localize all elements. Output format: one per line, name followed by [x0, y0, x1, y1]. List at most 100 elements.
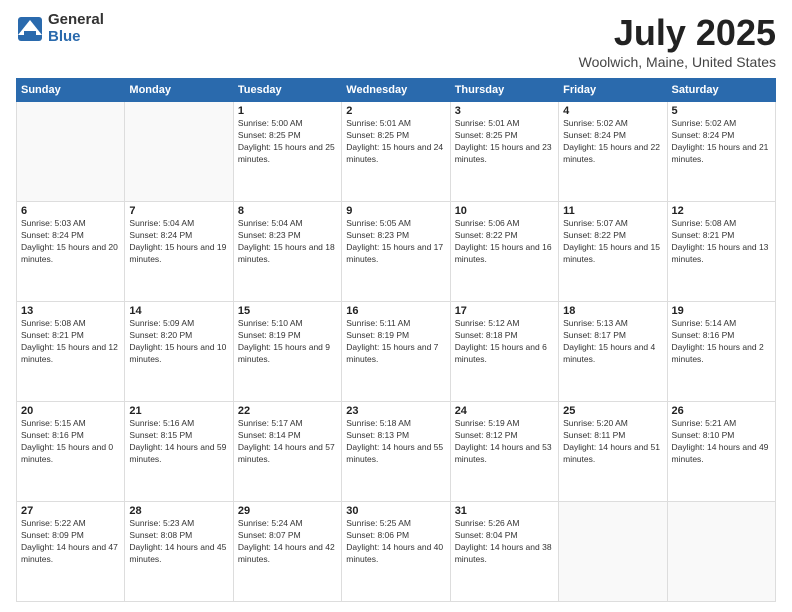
day-cell: 12Sunrise: 5:08 AM Sunset: 8:21 PM Dayli… [667, 202, 775, 302]
day-info: Sunrise: 5:24 AM Sunset: 8:07 PM Dayligh… [238, 518, 337, 566]
day-number: 6 [21, 205, 120, 217]
day-number: 24 [455, 405, 554, 417]
logo-icon [16, 15, 44, 43]
day-number: 5 [672, 105, 771, 117]
day-cell: 1Sunrise: 5:00 AM Sunset: 8:25 PM Daylig… [233, 102, 341, 202]
day-number: 21 [129, 405, 228, 417]
day-number: 10 [455, 205, 554, 217]
day-cell: 26Sunrise: 5:21 AM Sunset: 8:10 PM Dayli… [667, 402, 775, 502]
day-info: Sunrise: 5:19 AM Sunset: 8:12 PM Dayligh… [455, 418, 554, 466]
day-cell: 22Sunrise: 5:17 AM Sunset: 8:14 PM Dayli… [233, 402, 341, 502]
day-number: 27 [21, 505, 120, 517]
day-info: Sunrise: 5:17 AM Sunset: 8:14 PM Dayligh… [238, 418, 337, 466]
day-info: Sunrise: 5:07 AM Sunset: 8:22 PM Dayligh… [563, 218, 662, 266]
day-number: 14 [129, 305, 228, 317]
day-number: 12 [672, 205, 771, 217]
day-cell: 20Sunrise: 5:15 AM Sunset: 8:16 PM Dayli… [17, 402, 125, 502]
day-cell: 31Sunrise: 5:26 AM Sunset: 8:04 PM Dayli… [450, 502, 558, 602]
day-number: 15 [238, 305, 337, 317]
day-info: Sunrise: 5:04 AM Sunset: 8:24 PM Dayligh… [129, 218, 228, 266]
header-row: SundayMondayTuesdayWednesdayThursdayFrid… [17, 79, 776, 102]
calendar-header: SundayMondayTuesdayWednesdayThursdayFrid… [17, 79, 776, 102]
day-number: 23 [346, 405, 445, 417]
logo-blue: Blue [48, 29, 104, 46]
day-cell: 19Sunrise: 5:14 AM Sunset: 8:16 PM Dayli… [667, 302, 775, 402]
day-info: Sunrise: 5:26 AM Sunset: 8:04 PM Dayligh… [455, 518, 554, 566]
day-info: Sunrise: 5:03 AM Sunset: 8:24 PM Dayligh… [21, 218, 120, 266]
day-number: 1 [238, 105, 337, 117]
day-number: 2 [346, 105, 445, 117]
day-cell: 6Sunrise: 5:03 AM Sunset: 8:24 PM Daylig… [17, 202, 125, 302]
day-cell [559, 502, 667, 602]
logo: General Blue [16, 12, 104, 45]
day-info: Sunrise: 5:11 AM Sunset: 8:19 PM Dayligh… [346, 318, 445, 366]
header-cell-sunday: Sunday [17, 79, 125, 102]
day-number: 17 [455, 305, 554, 317]
day-info: Sunrise: 5:02 AM Sunset: 8:24 PM Dayligh… [672, 118, 771, 166]
day-cell: 3Sunrise: 5:01 AM Sunset: 8:25 PM Daylig… [450, 102, 558, 202]
calendar-table: SundayMondayTuesdayWednesdayThursdayFrid… [16, 78, 776, 602]
day-cell: 23Sunrise: 5:18 AM Sunset: 8:13 PM Dayli… [342, 402, 450, 502]
day-cell: 8Sunrise: 5:04 AM Sunset: 8:23 PM Daylig… [233, 202, 341, 302]
day-number: 29 [238, 505, 337, 517]
day-info: Sunrise: 5:04 AM Sunset: 8:23 PM Dayligh… [238, 218, 337, 266]
main-title: July 2025 [579, 12, 776, 54]
day-cell: 27Sunrise: 5:22 AM Sunset: 8:09 PM Dayli… [17, 502, 125, 602]
day-cell: 5Sunrise: 5:02 AM Sunset: 8:24 PM Daylig… [667, 102, 775, 202]
logo-general: General [48, 12, 104, 29]
header-cell-monday: Monday [125, 79, 233, 102]
day-info: Sunrise: 5:01 AM Sunset: 8:25 PM Dayligh… [346, 118, 445, 166]
day-info: Sunrise: 5:06 AM Sunset: 8:22 PM Dayligh… [455, 218, 554, 266]
day-number: 31 [455, 505, 554, 517]
week-row-4: 27Sunrise: 5:22 AM Sunset: 8:09 PM Dayli… [17, 502, 776, 602]
day-cell: 17Sunrise: 5:12 AM Sunset: 8:18 PM Dayli… [450, 302, 558, 402]
day-info: Sunrise: 5:08 AM Sunset: 8:21 PM Dayligh… [672, 218, 771, 266]
day-info: Sunrise: 5:23 AM Sunset: 8:08 PM Dayligh… [129, 518, 228, 566]
header-cell-wednesday: Wednesday [342, 79, 450, 102]
day-number: 8 [238, 205, 337, 217]
week-row-0: 1Sunrise: 5:00 AM Sunset: 8:25 PM Daylig… [17, 102, 776, 202]
logo-text: General Blue [48, 12, 104, 45]
day-cell [17, 102, 125, 202]
day-number: 4 [563, 105, 662, 117]
page: General Blue July 2025 Woolwich, Maine, … [0, 0, 792, 612]
calendar-body: 1Sunrise: 5:00 AM Sunset: 8:25 PM Daylig… [17, 102, 776, 602]
day-number: 13 [21, 305, 120, 317]
day-info: Sunrise: 5:22 AM Sunset: 8:09 PM Dayligh… [21, 518, 120, 566]
day-info: Sunrise: 5:10 AM Sunset: 8:19 PM Dayligh… [238, 318, 337, 366]
day-number: 25 [563, 405, 662, 417]
header-cell-saturday: Saturday [667, 79, 775, 102]
day-number: 22 [238, 405, 337, 417]
day-info: Sunrise: 5:09 AM Sunset: 8:20 PM Dayligh… [129, 318, 228, 366]
week-row-2: 13Sunrise: 5:08 AM Sunset: 8:21 PM Dayli… [17, 302, 776, 402]
day-info: Sunrise: 5:20 AM Sunset: 8:11 PM Dayligh… [563, 418, 662, 466]
header-cell-tuesday: Tuesday [233, 79, 341, 102]
header-cell-friday: Friday [559, 79, 667, 102]
day-cell: 7Sunrise: 5:04 AM Sunset: 8:24 PM Daylig… [125, 202, 233, 302]
day-info: Sunrise: 5:15 AM Sunset: 8:16 PM Dayligh… [21, 418, 120, 466]
header-cell-thursday: Thursday [450, 79, 558, 102]
day-number: 20 [21, 405, 120, 417]
header: General Blue July 2025 Woolwich, Maine, … [16, 12, 776, 70]
day-info: Sunrise: 5:02 AM Sunset: 8:24 PM Dayligh… [563, 118, 662, 166]
day-number: 19 [672, 305, 771, 317]
day-cell: 13Sunrise: 5:08 AM Sunset: 8:21 PM Dayli… [17, 302, 125, 402]
week-row-1: 6Sunrise: 5:03 AM Sunset: 8:24 PM Daylig… [17, 202, 776, 302]
day-cell: 11Sunrise: 5:07 AM Sunset: 8:22 PM Dayli… [559, 202, 667, 302]
day-cell: 14Sunrise: 5:09 AM Sunset: 8:20 PM Dayli… [125, 302, 233, 402]
day-info: Sunrise: 5:16 AM Sunset: 8:15 PM Dayligh… [129, 418, 228, 466]
day-info: Sunrise: 5:14 AM Sunset: 8:16 PM Dayligh… [672, 318, 771, 366]
day-info: Sunrise: 5:00 AM Sunset: 8:25 PM Dayligh… [238, 118, 337, 166]
day-number: 30 [346, 505, 445, 517]
day-cell: 2Sunrise: 5:01 AM Sunset: 8:25 PM Daylig… [342, 102, 450, 202]
day-cell: 16Sunrise: 5:11 AM Sunset: 8:19 PM Dayli… [342, 302, 450, 402]
day-number: 11 [563, 205, 662, 217]
day-number: 9 [346, 205, 445, 217]
day-cell: 28Sunrise: 5:23 AM Sunset: 8:08 PM Dayli… [125, 502, 233, 602]
day-cell: 24Sunrise: 5:19 AM Sunset: 8:12 PM Dayli… [450, 402, 558, 502]
day-cell: 30Sunrise: 5:25 AM Sunset: 8:06 PM Dayli… [342, 502, 450, 602]
day-cell [667, 502, 775, 602]
day-cell: 18Sunrise: 5:13 AM Sunset: 8:17 PM Dayli… [559, 302, 667, 402]
day-info: Sunrise: 5:25 AM Sunset: 8:06 PM Dayligh… [346, 518, 445, 566]
day-number: 3 [455, 105, 554, 117]
